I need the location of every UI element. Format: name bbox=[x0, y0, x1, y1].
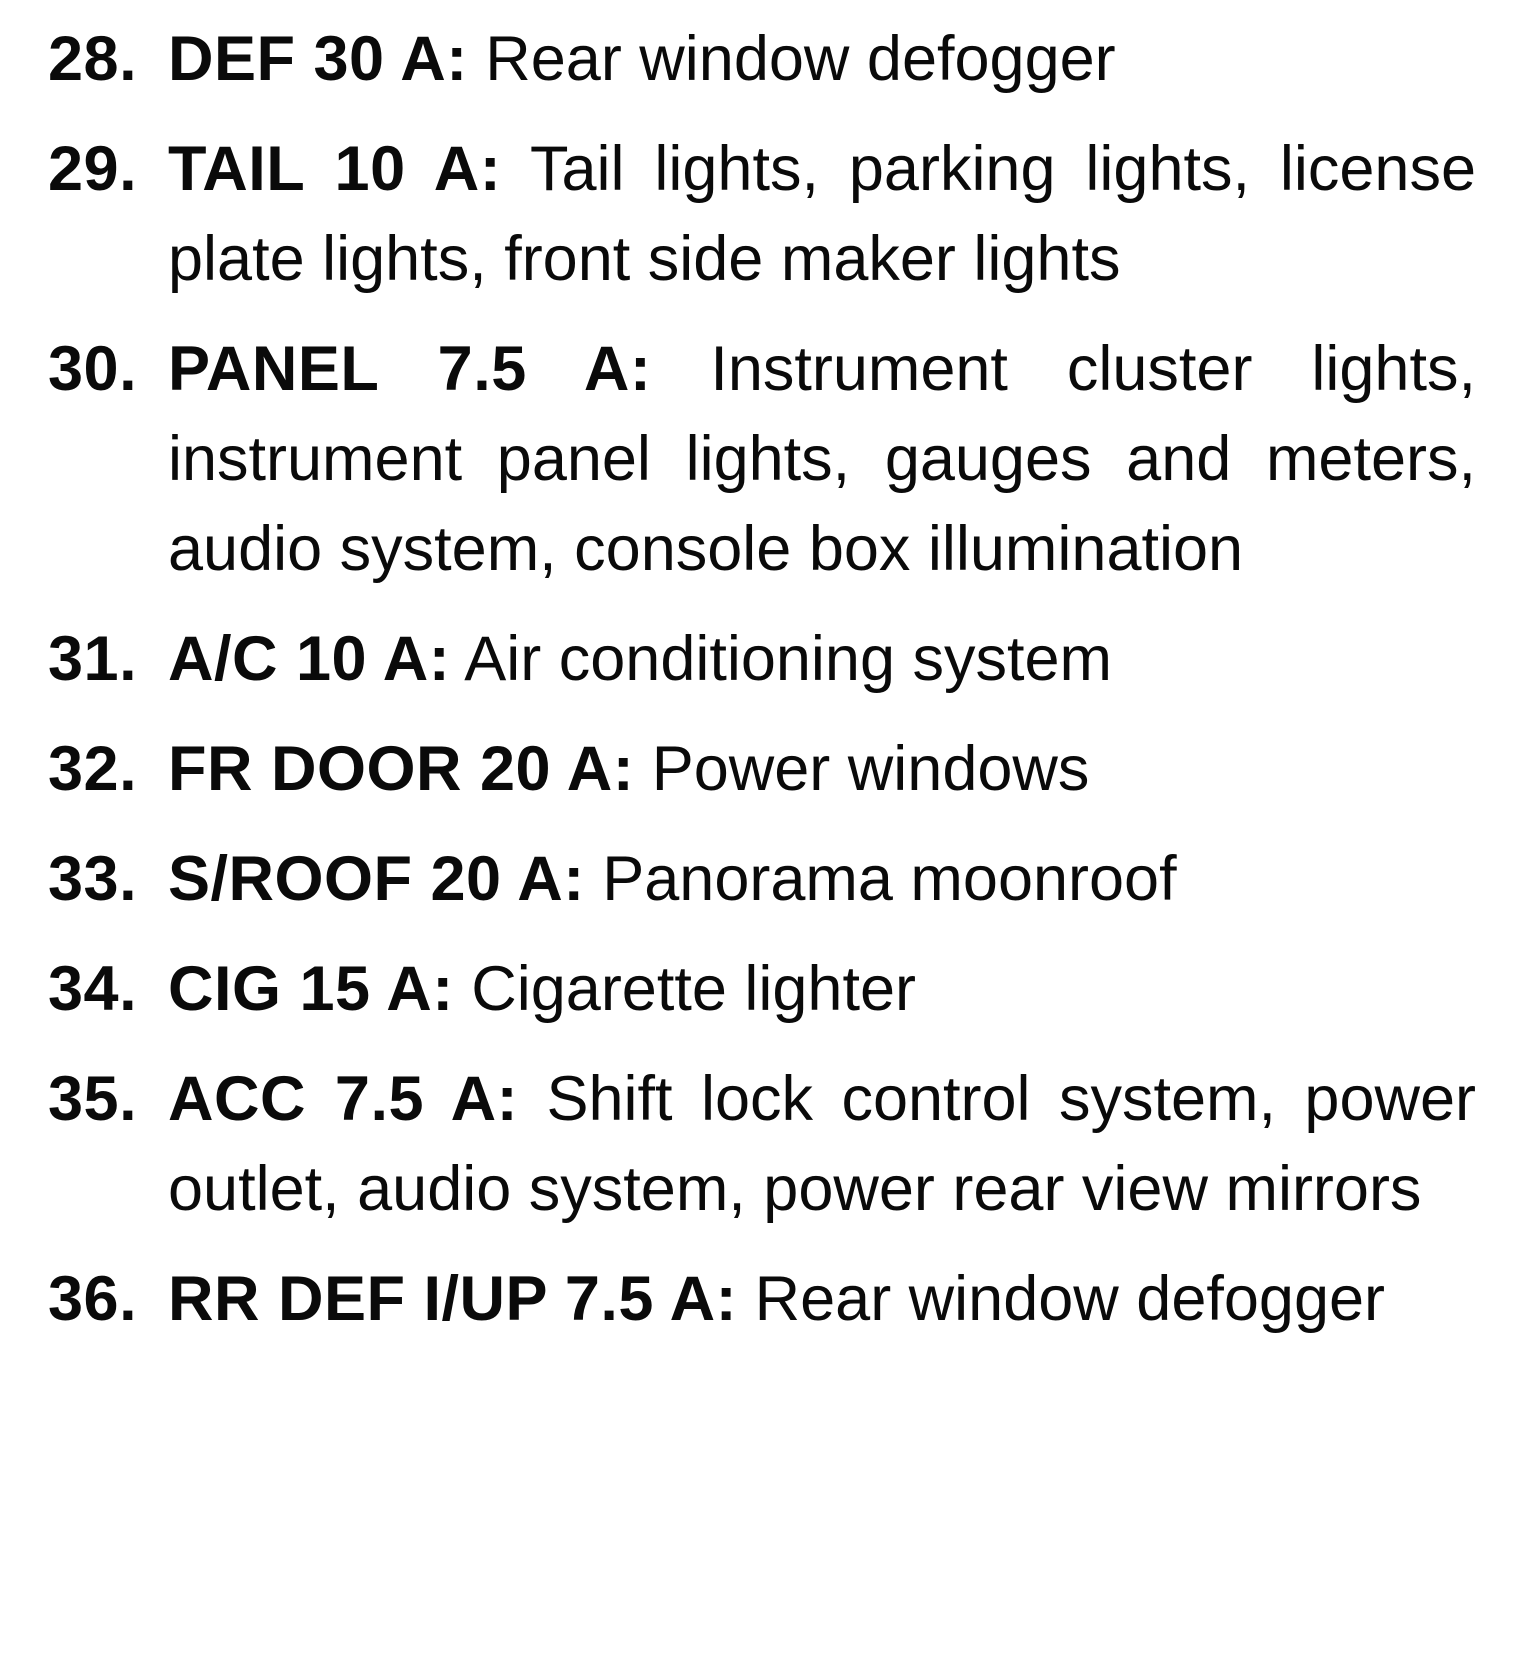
fuse-label: S/ROOF 20 A: bbox=[168, 844, 585, 914]
fuse-number: 29. bbox=[48, 134, 138, 204]
fuse-number: 30. bbox=[48, 334, 138, 404]
fuse-entry-body: DEF 30 A: Rear window defogger bbox=[168, 24, 1116, 94]
fuse-label: CIG 15 A: bbox=[168, 954, 454, 1024]
fuse-list-item: 28. DEF 30 A: Rear window defogger bbox=[48, 14, 1476, 104]
fuse-number: 33. bbox=[48, 844, 138, 914]
fuse-entry-body: TAIL 10 A: Tail lights, parking lights, … bbox=[168, 134, 1476, 294]
fuse-entry-body: FR DOOR 20 A: Power windows bbox=[168, 734, 1089, 804]
fuse-description: Power windows bbox=[651, 734, 1090, 804]
fuse-number: 35. bbox=[48, 1064, 138, 1134]
fuse-list-item: 34. CIG 15 A: Cigarette lighter bbox=[48, 944, 1476, 1034]
fuse-entry-body: PANEL 7.5 A: Instrument cluster lights, … bbox=[168, 334, 1476, 584]
fuse-label: DEF 30 A: bbox=[168, 24, 468, 94]
fuse-list-item: 36. RR DEF I/UP 7.5 A: Rear window defogg… bbox=[48, 1254, 1476, 1344]
fuse-label: ACC 7.5 A: bbox=[168, 1064, 519, 1134]
fuse-number: 34. bbox=[48, 954, 138, 1024]
fuse-label: A/C 10 A: bbox=[168, 624, 451, 694]
fuse-description: Rear window defogger bbox=[485, 24, 1116, 94]
fuse-entry-body: A/C 10 A: Air conditioning system bbox=[168, 624, 1112, 694]
fuse-description: Panorama moonroof bbox=[602, 844, 1177, 914]
fuse-description: Rear window defogger bbox=[754, 1264, 1385, 1334]
fuse-number: 32. bbox=[48, 734, 138, 804]
fuse-number: 31. bbox=[48, 624, 138, 694]
fuse-label: PANEL 7.5 A: bbox=[168, 334, 652, 404]
fuse-label: TAIL 10 A: bbox=[168, 134, 502, 204]
fuse-list-item: 35. ACC 7.5 A: Shift lock control system,… bbox=[48, 1054, 1476, 1234]
fuse-list-item: 30. PANEL 7.5 A: Instrument cluster light… bbox=[48, 324, 1476, 594]
fuse-entry-body: CIG 15 A: Cigarette lighter bbox=[168, 954, 916, 1024]
fuse-number: 36. bbox=[48, 1264, 138, 1334]
fuse-list-item: 29. TAIL 10 A: Tail lights, parking light… bbox=[48, 124, 1476, 304]
fuse-list-item: 31. A/C 10 A: Air conditioning system bbox=[48, 614, 1476, 704]
fuse-label: RR DEF I/UP 7.5 A: bbox=[168, 1264, 738, 1334]
fuse-entry-body: S/ROOF 20 A: Panorama moonroof bbox=[168, 844, 1177, 914]
fuse-description: Air conditioning system bbox=[464, 624, 1113, 694]
fuse-number: 28. bbox=[48, 24, 138, 94]
fuse-entry-body: RR DEF I/UP 7.5 A: Rear window defogger bbox=[168, 1264, 1385, 1334]
fuse-legend-list: 28. DEF 30 A: Rear window defogger 29. TAIL… bbox=[48, 14, 1476, 1344]
fuse-entry-body: ACC 7.5 A: Shift lock control system, po… bbox=[168, 1064, 1476, 1224]
fuse-list-item: 33. S/ROOF 20 A: Panorama moonroof bbox=[48, 834, 1476, 924]
fuse-description: Cigarette lighter bbox=[471, 954, 916, 1024]
fuse-label: FR DOOR 20 A: bbox=[168, 734, 635, 804]
fuse-list-item: 32. FR DOOR 20 A: Power windows bbox=[48, 724, 1476, 814]
